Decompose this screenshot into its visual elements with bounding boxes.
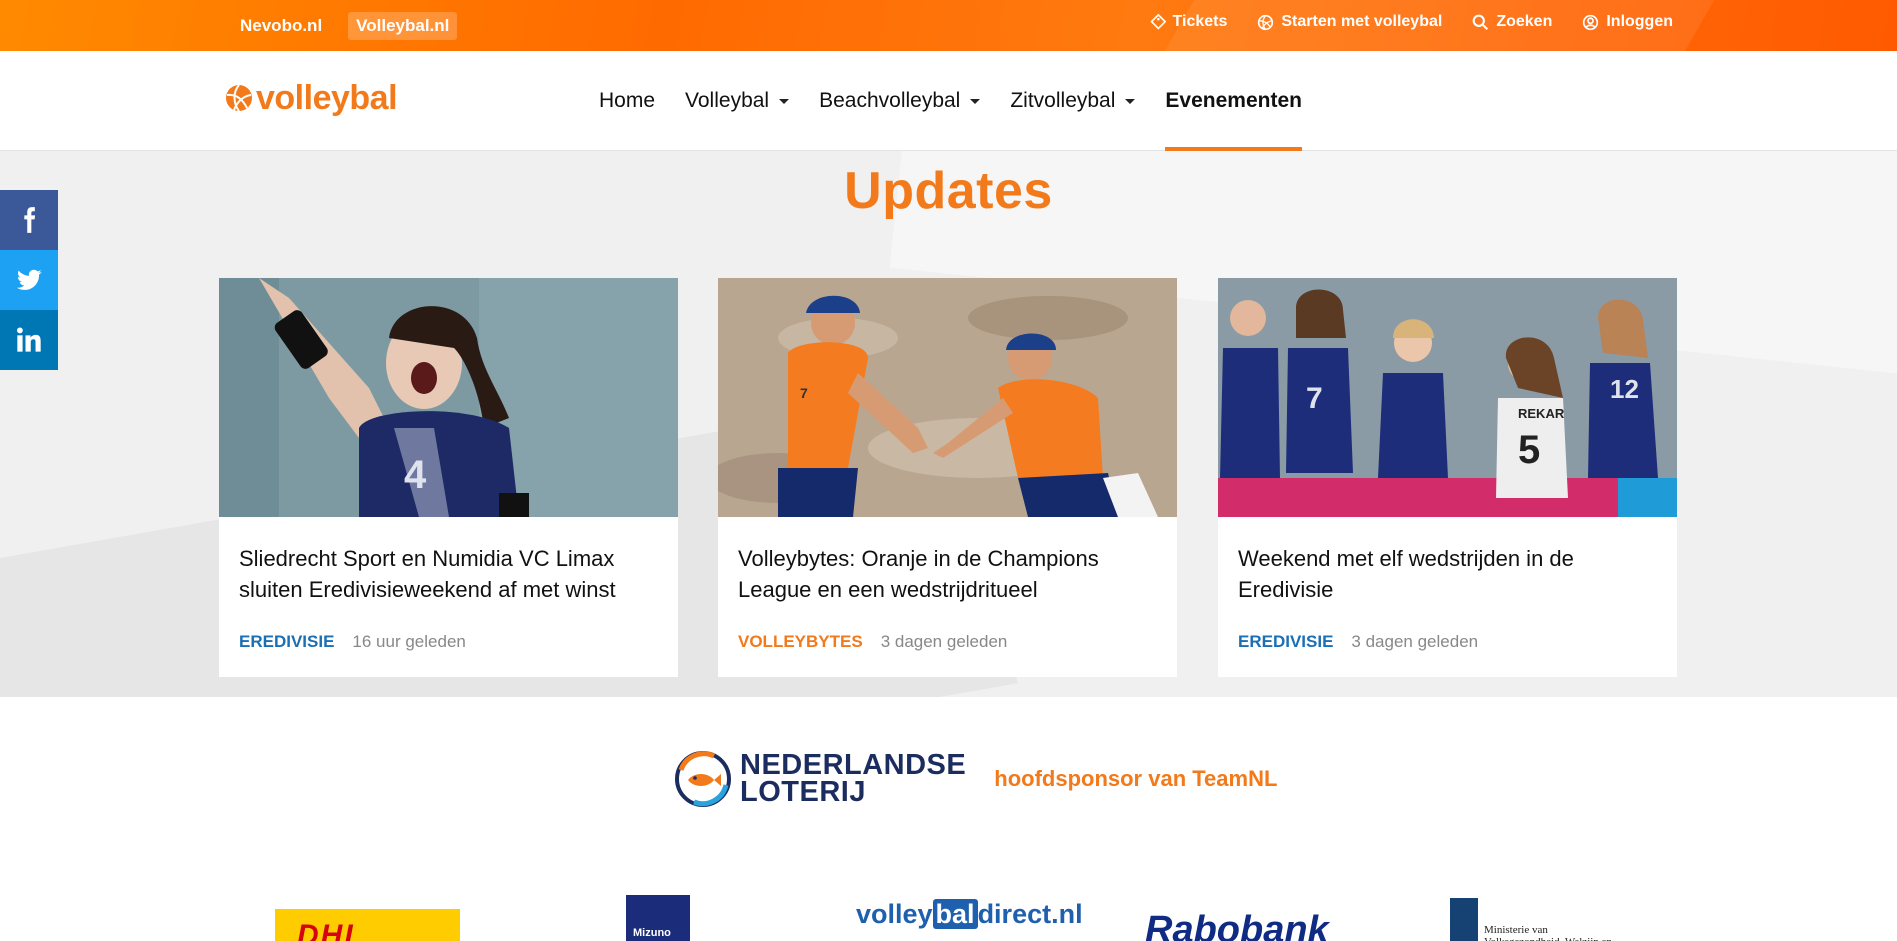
news-card-image: 7 <box>718 278 1177 517</box>
nav-item-label: Beachvolleybal <box>819 89 961 112</box>
nederlandse-loterij-logo: NEDERLANDSE LOTERIJ <box>674 750 966 808</box>
svg-text:4: 4 <box>404 453 427 497</box>
tickets-label: Tickets <box>1172 13 1228 30</box>
nav-item-volleybal[interactable]: Volleybal <box>685 51 790 151</box>
dhl-wordmark: DHL <box>297 919 365 941</box>
news-card-image: 4 <box>219 278 678 517</box>
top-bar: Nevobo.nl Volleybal.nl Tickets Starten m… <box>0 0 1897 51</box>
volleybaldirect-logo[interactable]: volley bal direct.nl <box>856 899 1083 930</box>
twitter-share-button[interactable] <box>0 250 58 310</box>
site-switcher: Nevobo.nl Volleybal.nl <box>232 12 458 40</box>
nav-item-home[interactable]: Home <box>599 51 655 151</box>
svg-text:7: 7 <box>1306 382 1323 415</box>
nav-item-evenementen[interactable]: Evenementen <box>1165 51 1302 151</box>
svg-text:12: 12 <box>1610 374 1639 404</box>
loterij-line1: NEDERLANDSE <box>740 749 967 781</box>
sponsor-tagline: hoofdsponsor van TeamNL <box>994 766 1278 791</box>
news-card-meta: VOLLEYBYTES 3 dagen geleden <box>738 632 1007 652</box>
zoeken-label: Zoeken <box>1496 13 1553 30</box>
caret-down-icon <box>779 98 790 104</box>
vbdirect-part3: direct.nl <box>977 899 1083 929</box>
news-card-title: Weekend met elf wedstrijden in de Erediv… <box>1238 546 1574 602</box>
news-card[interactable]: 7 REKAR 5 12 Weekend met elf wedstrijden… <box>1218 278 1677 677</box>
partner-logos: DHL Mizuno volley bal direct.nl Rabobank M… <box>0 895 1897 941</box>
nav-item-label: Zitvolleybal <box>1010 89 1116 112</box>
facebook-icon <box>24 207 36 233</box>
news-card[interactable]: 7 Volleybytes: Oranje in de Champions Le… <box>718 278 1177 677</box>
starten-label: Starten met volleybal <box>1281 13 1443 30</box>
news-card-image: 7 REKAR 5 12 <box>1218 278 1677 517</box>
volleybal-link[interactable]: Volleybal.nl <box>348 12 458 40</box>
nav-item-beachvolleybal[interactable]: Beachvolleybal <box>819 51 981 151</box>
nav-item-label: Volleybal <box>685 89 770 112</box>
news-card-meta: EREDIVISIE 16 uur geleden <box>239 632 466 652</box>
mizuno-logo[interactable]: Mizuno <box>626 895 690 941</box>
volleybal-logo[interactable]: volleybal <box>224 79 398 117</box>
social-share-bar <box>0 190 58 370</box>
nav-item-zitvolleybal[interactable]: Zitvolleybal <box>1010 51 1136 151</box>
volleyball-logo-icon <box>226 84 252 112</box>
linkedin-share-button[interactable] <box>0 310 58 370</box>
nav-item-label: Evenementen <box>1165 89 1302 112</box>
svg-text:REKAR: REKAR <box>1518 406 1565 421</box>
mizuno-wordmark: Mizuno <box>633 927 671 939</box>
vbdirect-part1: volley <box>856 899 933 929</box>
facebook-share-button[interactable] <box>0 190 58 250</box>
twitter-icon <box>16 269 42 290</box>
nevobo-link[interactable]: Nevobo.nl <box>232 12 330 40</box>
search-icon <box>1472 14 1489 30</box>
top-actions: Tickets Starten met volleybal Zoeken Inl… <box>1149 13 1673 31</box>
caret-down-icon <box>1125 98 1136 104</box>
main-navigation: volleybal Home Volleybal Beachvolleybal … <box>0 51 1897 151</box>
starten-link[interactable]: Starten met volleybal <box>1257 13 1442 31</box>
news-card-time: 3 dagen geleden <box>880 632 1008 651</box>
news-card[interactable]: 4 Sliedrecht Sport en Numidia VC Limax s… <box>219 278 678 677</box>
news-card-category[interactable]: VOLLEYBYTES <box>738 632 863 652</box>
svg-text:5: 5 <box>1518 428 1540 472</box>
news-card-title: Volleybytes: Oranje in de Champions Leag… <box>738 546 1099 602</box>
tickets-link[interactable]: Tickets <box>1149 13 1228 31</box>
loterij-fish-icon <box>675 751 731 807</box>
ministerie-emblem <box>1450 898 1478 941</box>
svg-text:7: 7 <box>800 385 808 401</box>
ministerie-wordmark: Ministerie van Volksgezondheid, Welzijn … <box>1484 924 1612 941</box>
updates-section: Updates 4 Sliedrecht Sport en Numidia VC… <box>0 151 1897 697</box>
news-card-meta: EREDIVISIE 3 dagen geleden <box>1238 632 1478 652</box>
logo-text: volleybal <box>256 79 398 117</box>
nav-item-label: Home <box>599 89 656 112</box>
linkedin-icon <box>16 327 41 352</box>
news-card-category[interactable]: EREDIVISIE <box>1238 632 1333 652</box>
news-card-title: Sliedrecht Sport en Numidia VC Limax slu… <box>239 546 616 602</box>
inloggen-link[interactable]: Inloggen <box>1582 13 1673 31</box>
loterij-wordmark: NEDERLANDSE LOTERIJ <box>740 749 967 808</box>
ticket-icon <box>1149 13 1166 30</box>
zoeken-link[interactable]: Zoeken <box>1472 13 1552 31</box>
inloggen-label: Inloggen <box>1606 13 1673 30</box>
rabobank-wordmark: Rabobank <box>1145 909 1329 941</box>
user-icon <box>1583 14 1599 30</box>
news-card-time: 16 uur geleden <box>352 632 466 651</box>
dhl-logo[interactable]: DHL <box>275 909 460 941</box>
ministerie-vws-logo[interactable]: Ministerie van Volksgezondheid, Welzijn … <box>1450 898 1614 941</box>
news-card-category[interactable]: EREDIVISIE <box>239 632 334 652</box>
volleyball-icon <box>1258 14 1274 30</box>
nav-menu: Home Volleybal Beachvolleybal Zitvolleyb… <box>599 51 1332 151</box>
caret-down-icon <box>970 98 981 104</box>
loterij-line2: LOTERIJ <box>740 776 866 808</box>
rabobank-logo[interactable]: Rabobank <box>1145 909 1329 941</box>
vbdirect-part2: bal <box>932 899 978 929</box>
news-card-time: 3 dagen geleden <box>1351 632 1479 651</box>
section-title: Updates <box>844 162 1053 220</box>
main-sponsor[interactable]: NEDERLANDSE LOTERIJ hoofdsponsor van Tea… <box>674 750 1277 808</box>
